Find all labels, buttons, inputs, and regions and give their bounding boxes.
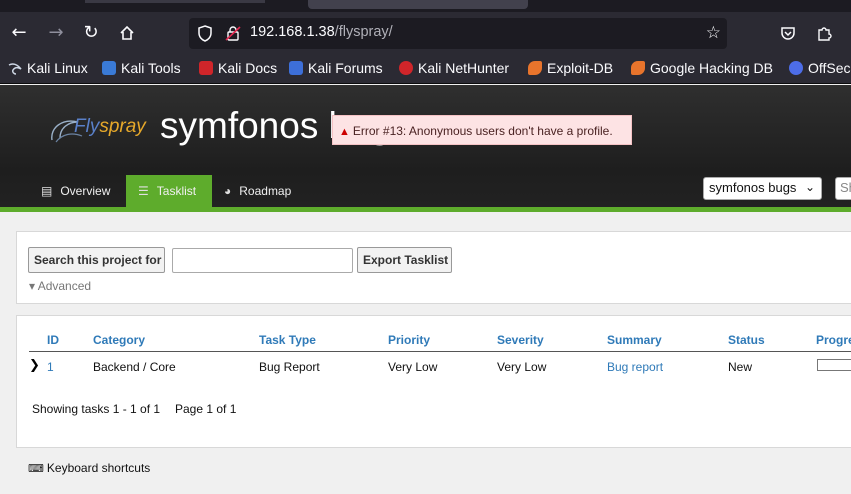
task-summary-link[interactable]: Bug report xyxy=(607,360,663,374)
tasklist-panel: ID Category Task Type Priority Severity … xyxy=(16,315,851,448)
column-header-status[interactable]: Status xyxy=(728,333,765,347)
menu-label: Overview xyxy=(60,184,111,198)
task-priority: Very Low xyxy=(388,360,438,374)
page-indicator: Page 1 of 1 xyxy=(175,402,237,416)
bookmark-label: Kali Docs xyxy=(218,60,278,76)
task-category: Backend / Core xyxy=(93,360,176,374)
bookmark-google-hacking-db[interactable]: Google Hacking DB xyxy=(631,60,773,76)
header-divider xyxy=(29,351,851,352)
flyspray-header: Flyspray symfonos bugs ▲ Error #13: Anony… xyxy=(0,85,851,208)
column-header-task-type[interactable]: Task Type xyxy=(259,333,316,347)
extensions-icon[interactable] xyxy=(813,22,835,44)
column-header-severity[interactable]: Severity xyxy=(497,333,544,347)
warning-icon: ▲ xyxy=(339,126,350,138)
bookmark-star-icon[interactable]: ☆ xyxy=(706,23,721,43)
error-message-text: Error #13: Anonymous users don't have a … xyxy=(352,124,613,138)
column-header-priority[interactable]: Priority xyxy=(388,333,430,347)
bookmark-label: Kali Linux xyxy=(27,60,88,76)
task-type: Bug Report xyxy=(259,360,320,374)
url-host: 192.168.1.38 xyxy=(250,24,335,40)
task-id-link[interactable]: 1 xyxy=(47,360,54,374)
keyboard-icon: ⌨ xyxy=(28,463,44,475)
logo-text: Flyspray xyxy=(74,116,146,137)
reload-icon[interactable]: ↻ xyxy=(80,22,102,44)
kali-tools-icon xyxy=(102,61,116,75)
bookmark-label: Kali Forums xyxy=(308,60,383,76)
menu-overview[interactable]: ▤ Overview xyxy=(30,175,126,208)
search-panel: Search this project for Export Tasklist … xyxy=(16,231,851,304)
browser-tab-strip xyxy=(0,0,851,12)
export-tasklist-button[interactable]: Export Tasklist xyxy=(357,247,452,273)
shield-icon[interactable] xyxy=(197,25,213,46)
keyboard-shortcuts-link[interactable]: ⌨ Keyboard shortcuts xyxy=(28,461,150,475)
task-severity: Very Low xyxy=(497,360,547,374)
bookmark-label: Google Hacking DB xyxy=(650,60,773,76)
header-search-placeholder: Sh xyxy=(840,180,851,195)
search-input[interactable] xyxy=(172,248,353,273)
menu-label: Roadmap xyxy=(239,184,292,198)
bookmark-label: Kali NetHunter xyxy=(418,60,510,76)
chevron-down-icon: ⌄ xyxy=(804,180,815,194)
back-icon[interactable]: ← xyxy=(8,22,30,44)
column-header-id[interactable]: ID xyxy=(47,333,59,347)
menu-roadmap[interactable]: ◕ Roadmap xyxy=(212,175,312,208)
bookmark-kali-nethunter[interactable]: Kali NetHunter xyxy=(399,60,509,76)
bookmark-exploit-db[interactable]: Exploit-DB xyxy=(528,60,613,76)
ghdb-icon xyxy=(631,61,645,75)
bookmark-label: Kali Tools xyxy=(121,60,181,76)
advanced-toggle[interactable]: ▾ Advanced xyxy=(29,279,91,293)
task-status: New xyxy=(728,360,753,374)
pocket-icon[interactable] xyxy=(777,22,799,44)
project-select-value: symfonos bugs xyxy=(709,180,797,195)
overview-icon: ▤ xyxy=(41,184,53,198)
kali-docs-icon xyxy=(199,61,213,75)
exploit-db-icon xyxy=(528,61,542,75)
bookmark-kali-linux[interactable]: Kali Linux xyxy=(8,60,88,76)
url-bar[interactable]: 192.168.1.38/flyspray/ ☆ xyxy=(189,18,727,49)
bookmark-kali-docs[interactable]: Kali Docs xyxy=(199,60,277,76)
bookmark-offsec[interactable]: OffSec xyxy=(789,60,851,76)
keyboard-shortcuts-label: Keyboard shortcuts xyxy=(46,461,151,475)
browser-tab-active[interactable] xyxy=(308,0,528,9)
url-path: /flyspray/ xyxy=(334,24,393,40)
bookmark-label: Exploit-DB xyxy=(547,60,614,76)
column-header-category[interactable]: Category xyxy=(93,333,145,347)
roadmap-icon: ◕ xyxy=(224,184,232,198)
home-icon[interactable] xyxy=(116,22,138,44)
list-icon: ☰ xyxy=(138,184,149,198)
flyspray-logo[interactable]: Flyspray xyxy=(48,110,146,146)
column-header-progress[interactable]: Progre xyxy=(816,333,851,347)
bookmark-kali-tools[interactable]: Kali Tools xyxy=(102,60,181,76)
showing-tasks-text: Showing tasks 1 - 1 of 1 xyxy=(32,402,161,416)
kali-forums-icon xyxy=(289,61,303,75)
menu-label: Tasklist xyxy=(156,184,197,198)
header-search-input[interactable]: Sh xyxy=(835,177,851,200)
kali-dragon-icon xyxy=(8,61,22,75)
browser-navbar: ← → ↻ 192.168.1.38/flyspray/ ☆ xyxy=(0,12,851,55)
search-project-button[interactable]: Search this project for xyxy=(28,247,165,273)
browser-tab-inactive[interactable] xyxy=(85,0,265,3)
bookmark-label: OffSec xyxy=(808,60,851,76)
menu-accent-bar xyxy=(0,207,851,212)
insecure-lock-icon[interactable] xyxy=(225,25,241,46)
bookmark-kali-forums[interactable]: Kali Forums xyxy=(289,60,383,76)
error-message-box[interactable]: ▲ Error #13: Anonymous users don't have a… xyxy=(332,115,632,145)
bookmarks-toolbar: Kali Linux Kali Tools Kali Docs Kali For… xyxy=(0,55,851,84)
forward-icon[interactable]: → xyxy=(45,22,67,44)
url-text[interactable]: 192.168.1.38/flyspray/ xyxy=(250,24,393,40)
project-select[interactable]: symfonos bugs ⌄ xyxy=(703,177,822,200)
nethunter-icon xyxy=(399,61,413,75)
column-header-summary[interactable]: Summary xyxy=(607,333,662,347)
menu-tasklist[interactable]: ☰ Tasklist xyxy=(126,175,212,208)
offsec-icon xyxy=(789,61,803,75)
expand-row-icon[interactable]: ❯ xyxy=(29,358,40,373)
task-progress-bar xyxy=(817,359,851,371)
